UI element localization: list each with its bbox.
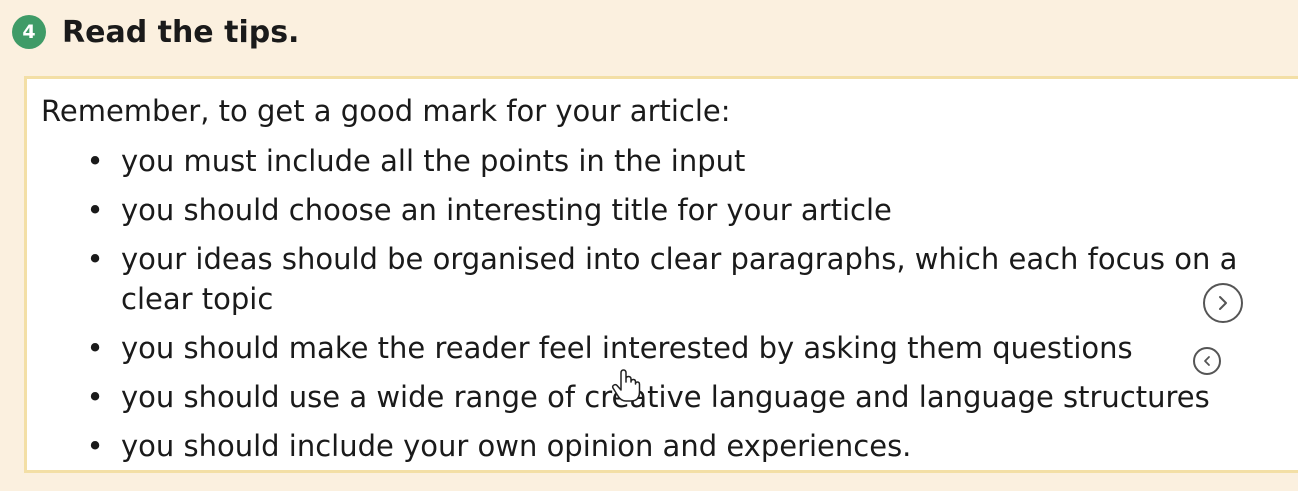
chevron-left-icon — [1204, 356, 1210, 366]
tip-text: you should use a wide range of creative … — [121, 380, 1210, 414]
list-item: • your ideas should be organised into cl… — [27, 239, 1277, 319]
exercise-title: Read the tips. — [62, 14, 300, 50]
tip-text: you should make the reader feel interest… — [121, 331, 1133, 365]
tip-text: you should choose an interesting title f… — [121, 193, 892, 227]
list-item: • you must include all the points in the… — [27, 141, 1277, 181]
bullet-icon: • — [86, 193, 104, 227]
bullet-icon: • — [86, 242, 104, 276]
list-item: • you should make the reader feel intere… — [27, 328, 1277, 368]
list-item: • you should choose an interesting title… — [27, 190, 1277, 230]
hand-pointer-icon — [611, 369, 641, 402]
list-item: • you should include your own opinion an… — [27, 426, 1277, 466]
list-item: • you should use a wide range of creativ… — [27, 377, 1277, 417]
bullet-icon: • — [86, 429, 104, 463]
tips-intro: Remember, to get a good mark for your ar… — [41, 94, 731, 128]
bullet-icon: • — [86, 380, 104, 414]
step-number-badge: 4 — [12, 15, 46, 49]
tips-list: • you must include all the points in the… — [27, 141, 1277, 475]
tips-box: Remember, to get a good mark for your ar… — [24, 76, 1298, 473]
next-button[interactable] — [1203, 283, 1243, 323]
chevron-right-icon — [1219, 296, 1227, 310]
previous-button[interactable] — [1193, 347, 1221, 375]
bullet-icon: • — [86, 331, 104, 365]
tip-text: you must include all the points in the i… — [121, 144, 746, 178]
tip-text: you should include your own opinion and … — [121, 429, 912, 463]
exercise-header: 4 Read the tips. — [12, 12, 299, 52]
bullet-icon: • — [86, 144, 104, 178]
tip-text: your ideas should be organised into clea… — [121, 242, 1238, 316]
